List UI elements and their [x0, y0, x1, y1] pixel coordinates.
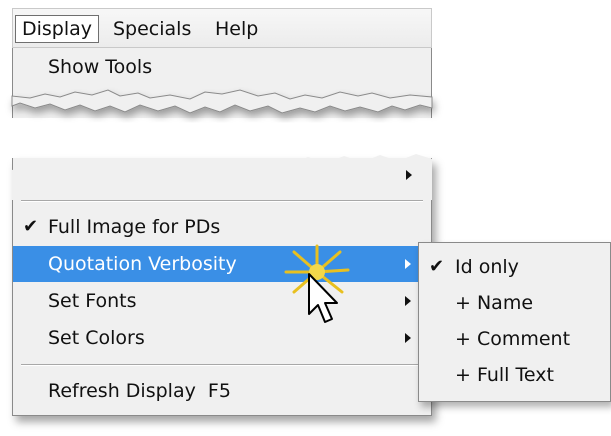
quotation-verbosity-label: Quotation Verbosity	[48, 253, 237, 275]
name-label: + Name	[455, 292, 534, 314]
submenu-item-comment[interactable]: + Comment	[419, 321, 610, 357]
submenu-item-full-text[interactable]: + Full Text	[419, 357, 610, 393]
menu-separator	[21, 364, 423, 366]
submenu-item-id-only[interactable]: ✔ Id only	[419, 249, 610, 285]
display-menu-top-fragment: Show Tools	[12, 48, 432, 118]
menu-item-set-fonts[interactable]: Set Fonts	[13, 283, 431, 319]
menu-item-show-tools[interactable]: Show Tools	[48, 56, 152, 78]
submenu-item-name[interactable]: + Name	[419, 285, 610, 321]
menu-specials-label: Specials	[113, 18, 192, 40]
id-only-label: Id only	[455, 256, 519, 278]
check-icon: ✔	[23, 216, 39, 237]
full-image-label: Full Image for PDs	[48, 216, 221, 238]
quotation-verbosity-submenu: ✔ Id only + Name + Comment + Full Text	[418, 242, 611, 402]
menu-bar: Display Specials Help	[12, 8, 432, 48]
set-fonts-label: Set Fonts	[48, 290, 137, 312]
menu-help[interactable]: Help	[209, 15, 264, 43]
menu-item-refresh-display[interactable]: Refresh Display F5	[13, 373, 431, 409]
submenu-arrow-icon	[405, 259, 411, 269]
submenu-arrow-icon	[405, 296, 411, 306]
full-text-label: + Full Text	[455, 364, 554, 386]
menu-separator	[21, 200, 423, 202]
menu-display-label: Display	[22, 18, 93, 40]
comment-label: + Comment	[455, 328, 571, 350]
menu-help-label: Help	[215, 18, 259, 40]
menu-specials[interactable]: Specials	[107, 15, 197, 43]
submenu-arrow-icon	[405, 333, 411, 343]
submenu-arrow-icon	[405, 174, 411, 184]
show-tools-label: Show Tools	[48, 56, 153, 78]
menu-item-full-image[interactable]: ✔ Full Image for PDs	[13, 209, 431, 245]
refresh-display-label: Refresh Display F5	[48, 380, 231, 402]
set-colors-label: Set Colors	[48, 327, 145, 349]
menu-display[interactable]: Display	[15, 15, 100, 43]
menu-item-quotation-verbosity[interactable]: Quotation Verbosity	[13, 246, 431, 282]
display-menu-bottom-fragment: ✔ Full Image for PDs Quotation Verbosity…	[12, 158, 432, 416]
menu-item-set-colors[interactable]: Set Colors	[13, 320, 431, 356]
check-icon: ✔	[429, 256, 445, 277]
